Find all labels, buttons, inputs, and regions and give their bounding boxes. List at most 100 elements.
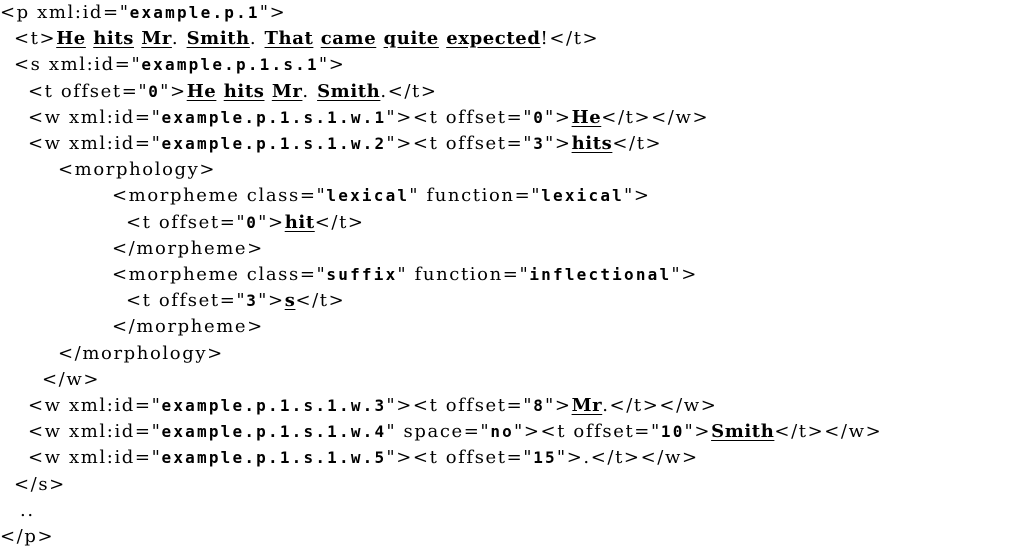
markup-text: <p xml:id=" [0,2,130,23]
token-text: hits [93,28,134,50]
code-line: <morpheme class="lexical" function="lexi… [112,183,651,209]
token-text: s [284,290,296,312]
markup-text: </t></w> [601,106,710,128]
markup-text [264,81,271,102]
markup-text: "> [545,395,572,416]
markup-text: </p> [0,526,55,547]
attribute-value: 0 [246,212,259,232]
markup-text: "> [671,264,698,285]
attribute-value: 0 [533,107,546,127]
code-line: </w> [42,367,100,393]
markup-text: "><t offset=" [514,421,661,443]
attribute-value: 0 [148,81,161,101]
attribute-value: example.p.1 [129,3,260,22]
attribute-value: example.p.1.s.1.w.3 [161,396,387,415]
markup-text [376,28,383,49]
markup-text: " space=" [386,421,491,443]
code-line: <w xml:id="example.p.1.s.1.w.4" space="n… [28,419,882,445]
code-line: </morphology> [58,341,224,367]
markup-text: "><t offset=" [386,133,534,154]
code-line: <t>He hits Mr. Smith. That came quite ex… [14,26,599,52]
token-text: He [56,28,86,50]
code-line: </s> [14,472,66,498]
code-line: <s xml:id="example.p.1.s.1"> [14,52,345,78]
markup-text: "> [258,290,285,312]
code-line: <t offset="3">s</t> [126,288,345,314]
markup-text: "><t offset=" [386,447,534,469]
markup-text: "><t offset=" [386,395,534,416]
markup-text: </t> [314,211,365,233]
markup-text: "> [258,211,285,233]
attribute-value: suffix [326,265,398,284]
markup-text: .</t> [380,80,438,102]
token-text: Smith [317,80,381,102]
markup-text: "> [259,2,287,23]
token-text: hit [284,211,315,233]
markup-text: .</t></w> [602,395,718,416]
attribute-value: example.p.1.s.1.w.1 [161,107,387,127]
token-text: Smith [186,28,250,50]
attribute-value: inflectional [529,265,672,284]
code-line: <w xml:id="example.p.1.s.1.w.2"><t offse… [28,131,662,157]
markup-text: </morphology> [58,342,224,364]
token-text: quite [383,28,439,50]
markup-text: <w xml:id=" [28,447,162,469]
markup-text: <t offset=" [126,211,247,233]
attribute-value: 3 [533,134,546,153]
token-text: Mr [571,395,603,416]
markup-text: "> [160,80,187,102]
attribute-value: example.p.1.s.1.w.5 [161,448,387,468]
markup-text: <morphology> [58,159,217,181]
code-line: <t offset="0">hit</t> [126,210,365,236]
code-line: <t offset="0">He hits Mr. Smith.</t> [28,79,438,105]
token-text: Smith [711,421,775,443]
code-line: <w xml:id="example.p.1.s.1.w.3"><t offse… [28,393,717,419]
markup-text: "><t offset=" [386,106,534,128]
markup-text: . [171,28,187,50]
markup-text: </morpheme> [112,316,264,338]
code-line: </p> [0,524,54,550]
markup-text [313,28,320,49]
token-text: He [571,106,602,128]
code-line: </morpheme> [112,314,264,340]
markup-text: </t> [295,290,346,312]
attribute-value: example.p.1.s.1 [141,55,319,75]
token-text: expected [446,28,541,50]
markup-text: <morpheme class=" [112,185,327,207]
markup-text: </t></w> [774,421,883,443]
markup-text: . [302,80,318,102]
markup-text: "> [545,106,572,128]
attribute-value: 3 [246,291,259,311]
attribute-value: example.p.1.s.1.w.2 [161,134,387,153]
code-line: <morpheme class="suffix" function="infle… [112,262,698,288]
markup-text: <w xml:id=" [28,133,162,154]
code-line: </morpheme> [112,236,264,262]
attribute-value: lexical [541,186,625,206]
markup-text: . [249,28,265,50]
markup-text: <t> [14,28,57,50]
token-text: He [186,80,217,102]
markup-text: "> [624,185,651,207]
token-text: Mr [141,28,172,50]
attribute-value: example.p.1.s.1.w.4 [161,422,387,442]
attribute-value: lexical [326,186,410,206]
token-text: Mr [271,80,303,102]
markup-text: ">.</t></w> [556,447,699,469]
markup-text: " function=" [409,185,542,207]
code-line: <w xml:id="example.p.1.s.1.w.1"><t offse… [28,105,709,131]
token-text: hits [571,133,613,154]
attribute-value: no [490,422,514,442]
xml-code-listing: <p xml:id="example.p.1"> <t>He hits Mr. S… [0,0,1032,548]
markup-text: <w xml:id=" [28,421,162,443]
markup-text: !</t> [540,28,600,50]
attribute-value: 10 [660,422,685,442]
markup-text: </morpheme> [112,237,264,259]
code-line: <morphology> [58,157,216,183]
markup-text: <t offset=" [126,290,247,312]
markup-text: <t offset=" [28,80,149,102]
markup-text: <w xml:id=" [28,395,162,416]
markup-text: " function=" [397,264,530,285]
markup-text: .. [20,499,35,521]
markup-text: "> [318,54,346,76]
markup-text: "> [545,133,572,154]
